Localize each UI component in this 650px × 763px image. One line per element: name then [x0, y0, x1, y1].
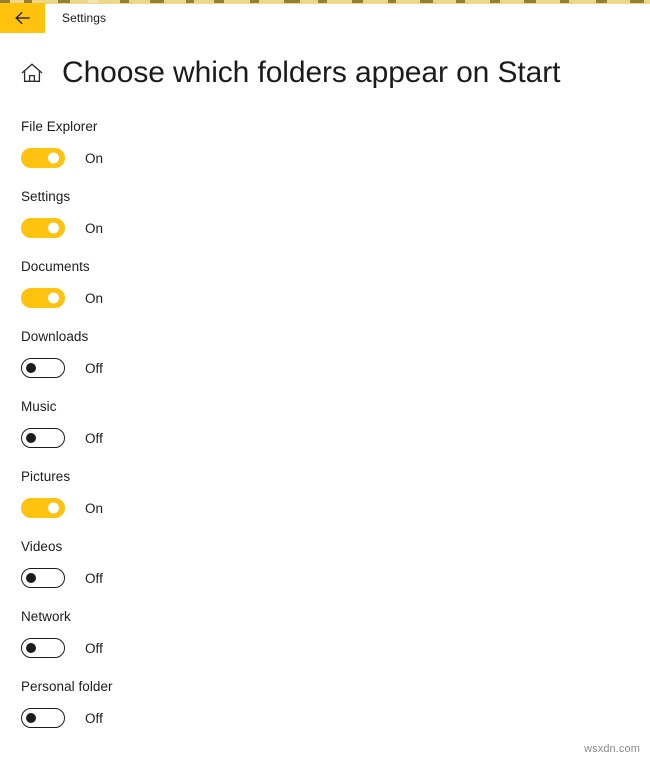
setting-label: Network — [21, 609, 71, 624]
toggle-state-label: On — [85, 220, 104, 236]
setting-label: Videos — [21, 539, 63, 554]
setting-control: Off — [21, 358, 581, 378]
page-header: Choose which folders appear on Start — [20, 52, 560, 94]
toggle-state-label: Off — [85, 570, 103, 586]
toggle-state-label: Off — [85, 430, 103, 446]
setting-row-pictures: Pictures On — [21, 468, 581, 538]
setting-control: On — [21, 148, 581, 168]
toggle-state-label: Off — [85, 360, 103, 376]
setting-row-personal-folder: Personal folder Off — [21, 678, 581, 748]
watermark: wsxdn.com — [584, 743, 640, 755]
setting-row-documents: Documents On — [21, 258, 581, 328]
setting-row-downloads: Downloads Off — [21, 328, 581, 398]
toggle-state-label: On — [85, 290, 104, 306]
home-icon[interactable] — [20, 52, 46, 94]
toggle-network[interactable] — [21, 638, 65, 658]
back-button[interactable] — [0, 3, 45, 33]
setting-control: On — [21, 288, 581, 308]
setting-label: Pictures — [21, 469, 71, 484]
setting-row-network: Network Off — [21, 608, 581, 678]
setting-control: On — [21, 498, 581, 518]
setting-control: Off — [21, 708, 581, 728]
toggle-state-label: Off — [85, 710, 103, 726]
toggle-personal-folder[interactable] — [21, 708, 65, 728]
toggle-file-explorer[interactable] — [21, 148, 65, 168]
toggle-state-label: On — [85, 500, 104, 516]
setting-label: Music — [21, 399, 57, 414]
toggle-downloads[interactable] — [21, 358, 65, 378]
setting-label: Downloads — [21, 329, 89, 344]
toggle-documents[interactable] — [21, 288, 65, 308]
setting-row-file-explorer: File Explorer On — [21, 118, 581, 188]
toggle-state-label: On — [85, 150, 104, 166]
setting-control: On — [21, 218, 581, 238]
toggle-music[interactable] — [21, 428, 65, 448]
title-bar: Settings — [0, 3, 650, 33]
setting-row-settings: Settings On — [21, 188, 581, 258]
toggle-videos[interactable] — [21, 568, 65, 588]
setting-label: Personal folder — [21, 679, 113, 694]
toggle-state-label: Off — [85, 640, 103, 656]
app-title: Settings — [62, 11, 107, 25]
setting-row-videos: Videos Off — [21, 538, 581, 608]
setting-control: Off — [21, 568, 581, 588]
setting-control: Off — [21, 428, 581, 448]
setting-label: Documents — [21, 259, 90, 274]
setting-label: File Explorer — [21, 119, 98, 134]
back-arrow-icon — [14, 11, 32, 25]
page-title: Choose which folders appear on Start — [62, 56, 561, 89]
toggle-settings[interactable] — [21, 218, 65, 238]
toggle-pictures[interactable] — [21, 498, 65, 518]
setting-label: Settings — [21, 189, 71, 204]
setting-control: Off — [21, 638, 581, 658]
folder-toggle-list: File Explorer On Settings On Documents O… — [21, 118, 581, 748]
setting-row-music: Music Off — [21, 398, 581, 468]
